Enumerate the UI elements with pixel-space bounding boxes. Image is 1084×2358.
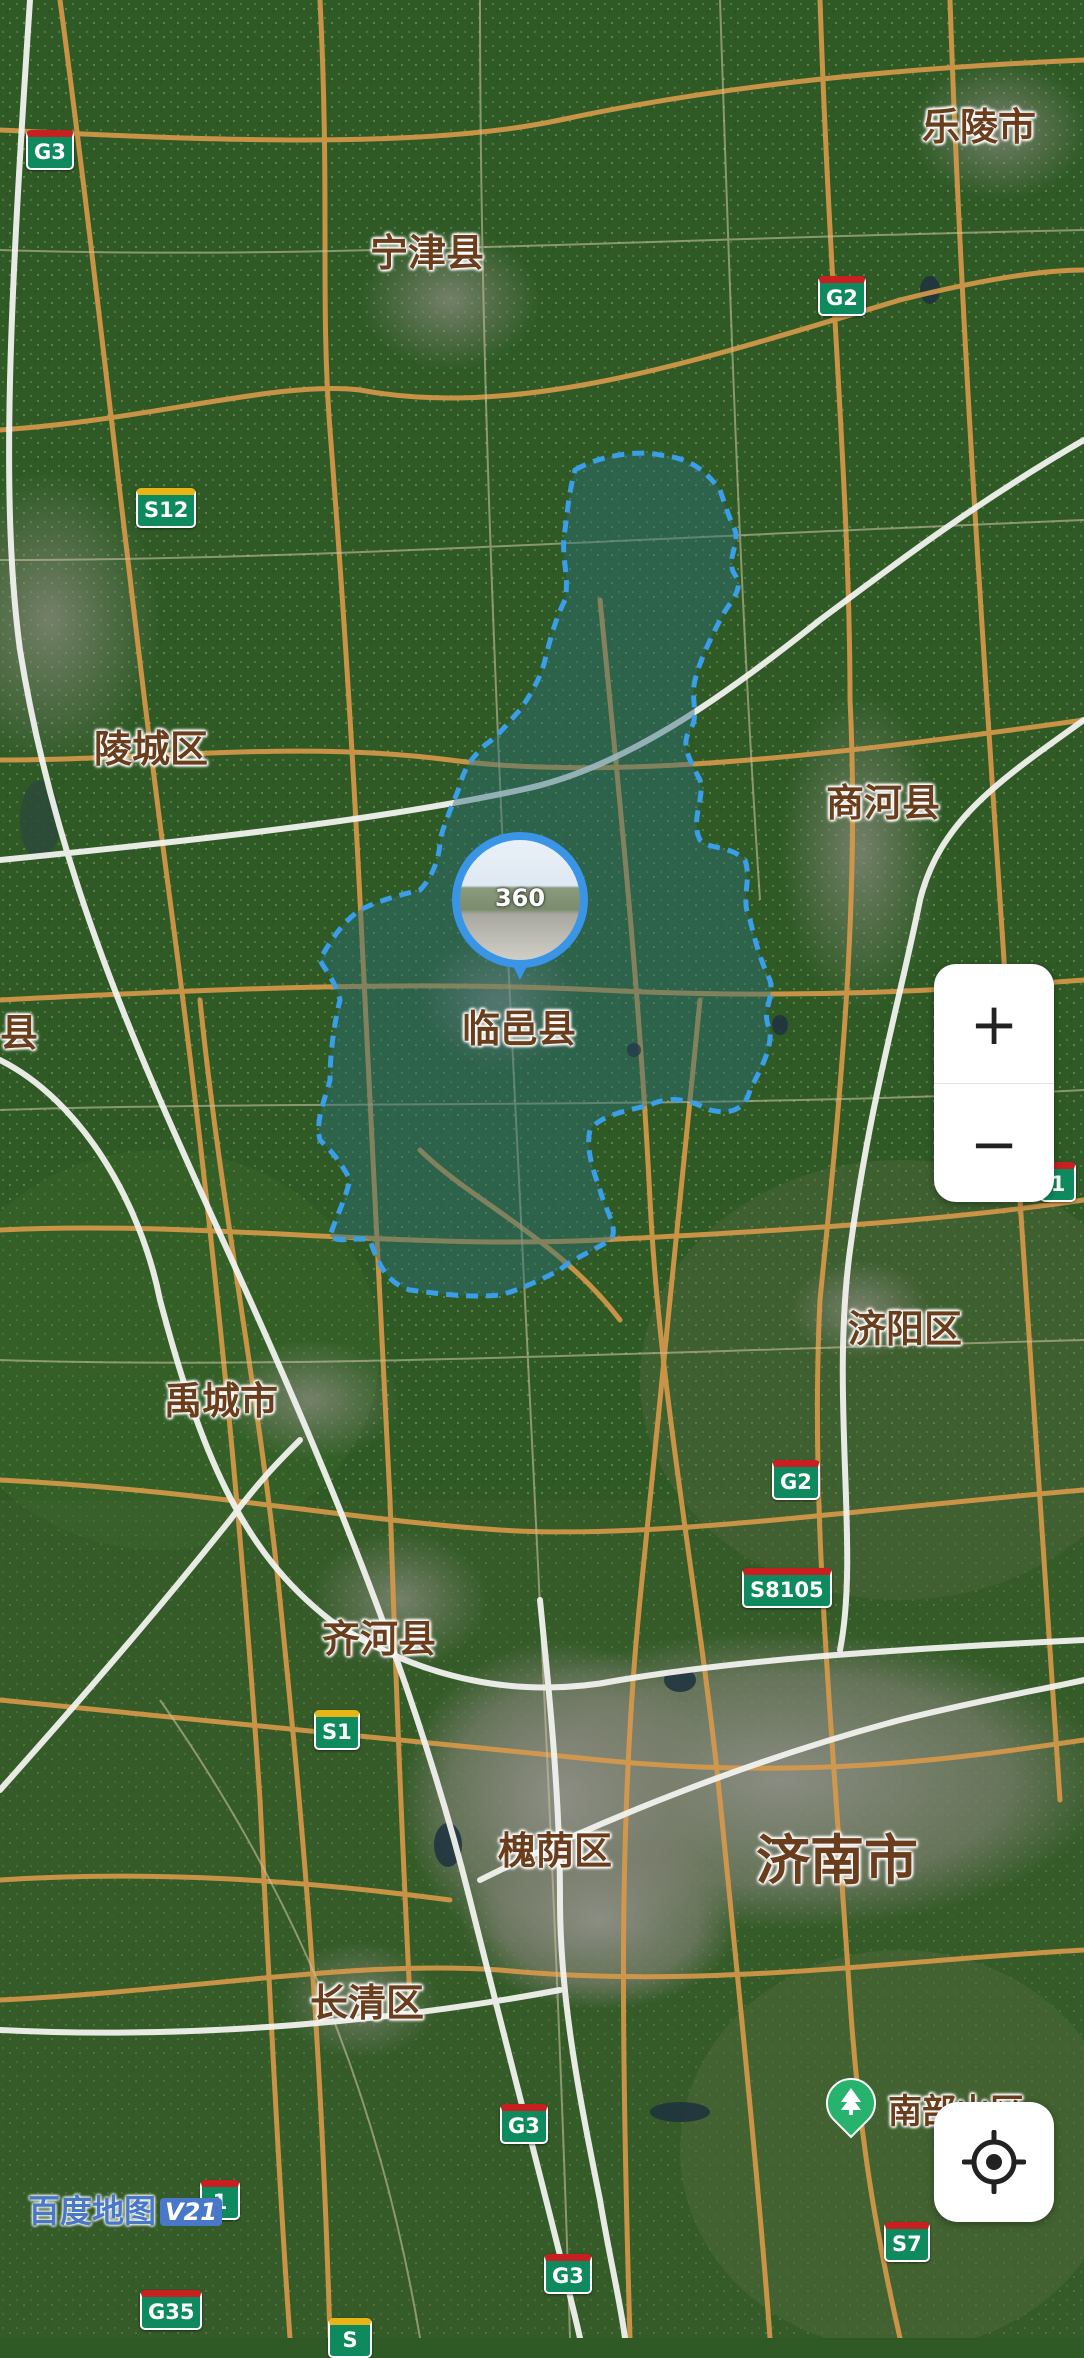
tree-icon xyxy=(841,2088,861,2115)
baidu-map-version-badge: V21 xyxy=(160,2198,222,2226)
place-label-changqing: 长清区 xyxy=(310,1981,425,2025)
panorama-360-marker[interactable]: 360 xyxy=(452,832,588,992)
road-shield-g3-bottom: G3 xyxy=(544,2254,592,2294)
panorama-street-photo: 360 xyxy=(460,840,580,960)
road-shield-s8105: S8105 xyxy=(742,1568,832,1608)
place-label-jinan: 济南市 xyxy=(756,1829,918,1892)
place-label-shanghe: 商河县 xyxy=(826,781,941,825)
place-label-lingcheng: 陵城区 xyxy=(94,727,209,771)
road-shield-edge-bottom: S xyxy=(328,2318,372,2358)
place-label-linyi: 临邑县 xyxy=(462,1007,577,1051)
place-label-qihe: 齐河县 xyxy=(322,1617,437,1661)
place-label-edge-left: 县 xyxy=(0,1011,39,1055)
road-shield-g3-lower: G3 xyxy=(500,2104,548,2144)
place-label-leling: 乐陵市 xyxy=(922,105,1037,149)
baidu-map-logo-text: 百度地图 xyxy=(28,2192,157,2230)
scenic-area-poi-marker[interactable] xyxy=(815,2067,887,2139)
place-label-ningjin: 宁津县 xyxy=(370,231,485,275)
satellite-map[interactable] xyxy=(0,0,1084,2338)
zoom-in-button[interactable]: + xyxy=(934,964,1054,1083)
road-shield-s7: S7 xyxy=(884,2222,930,2262)
zoom-out-button[interactable]: − xyxy=(934,1083,1054,1202)
locate-crosshair-icon xyxy=(962,2130,1026,2194)
zoom-control: + − xyxy=(934,964,1054,1202)
place-label-huaiyin: 槐荫区 xyxy=(498,1829,613,1873)
place-label-jiyang: 济阳区 xyxy=(848,1307,963,1351)
road-shield-g2-mid: G2 xyxy=(772,1460,820,1500)
road-shield-g2: G2 xyxy=(818,276,866,316)
locate-button[interactable] xyxy=(934,2102,1054,2222)
road-shield-g3: G3 xyxy=(26,130,74,170)
panorama-label: 360 xyxy=(494,884,546,912)
panorama-pointer xyxy=(510,960,530,980)
place-label-yucheng: 禹城市 xyxy=(164,1379,279,1423)
baidu-map-logo: 百度地图 V21 xyxy=(28,2186,222,2232)
road-shield-s1: S1 xyxy=(314,1710,360,1750)
road-shield-g35: G35 xyxy=(140,2290,203,2330)
road-shield-s12: S12 xyxy=(136,488,197,528)
